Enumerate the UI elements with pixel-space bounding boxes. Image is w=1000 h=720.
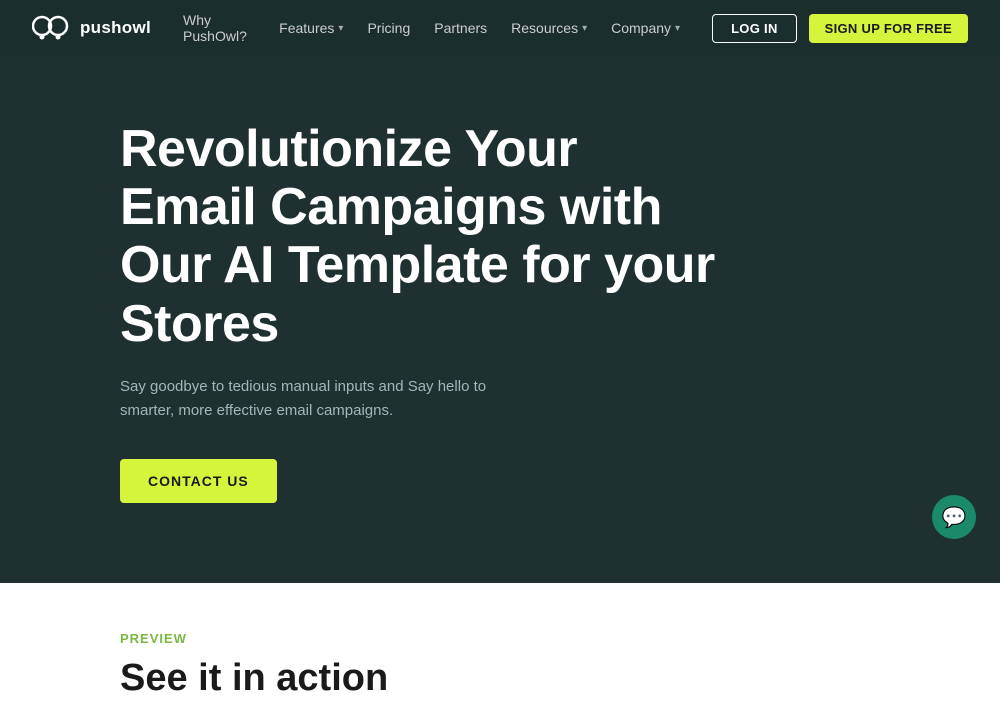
features-arrow-icon: ▾ [338,23,343,34]
logo-text: pushowl [80,18,151,38]
hero-section: Revolutionize Your Email Campaigns with … [0,56,1000,583]
hero-subtitle: Say goodbye to tedious manual inputs and… [120,375,540,423]
nav-company[interactable]: Company ▾ [611,20,680,36]
nav-why-pushowl[interactable]: Why PushOwl? [183,12,255,44]
chat-icon: 💬 [942,505,967,530]
nav-partners[interactable]: Partners [434,20,487,36]
login-button[interactable]: LOG IN [712,14,797,43]
preview-section: PREVIEW See it in action [0,583,1000,720]
nav-actions: LOG IN SIGN UP FOR FREE [712,14,968,43]
resources-arrow-icon: ▾ [582,23,587,34]
preview-label: PREVIEW [120,631,880,646]
see-action-title: See it in action [120,658,880,700]
logo-icon [32,15,72,41]
company-arrow-icon: ▾ [675,23,680,34]
nav-features[interactable]: Features ▾ [279,20,343,36]
nav-resources[interactable]: Resources ▾ [511,20,587,36]
signup-button[interactable]: SIGN UP FOR FREE [809,14,968,43]
nav-pricing[interactable]: Pricing [367,20,410,36]
hero-title: Revolutionize Your Email Campaigns with … [120,120,720,353]
chat-bubble-button[interactable]: 💬 [932,495,976,539]
navbar: pushowl Why PushOwl? Features ▾ Pricing … [0,0,1000,56]
contact-us-button[interactable]: CONTACT US [120,459,277,503]
logo[interactable]: pushowl [32,15,151,41]
nav-links: Why PushOwl? Features ▾ Pricing Partners… [183,12,680,44]
